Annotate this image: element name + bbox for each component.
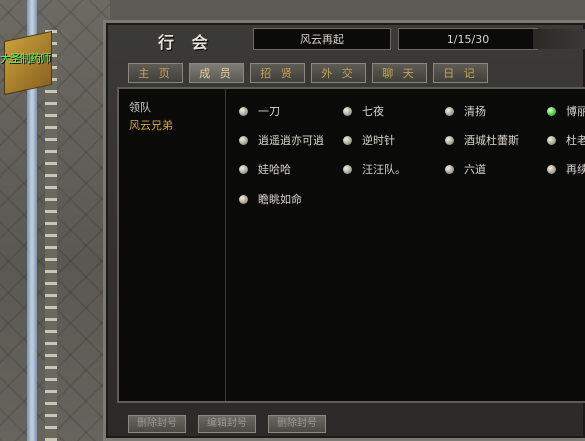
member-item[interactable]: 瞻眺如命 — [239, 189, 302, 209]
tab-diplomacy[interactable]: 外 交 — [311, 63, 366, 83]
member-name: 瞻眺如命 — [258, 193, 302, 206]
member-name: 博丽 — [566, 105, 585, 118]
member-name: 逍遥逍亦可逍 — [258, 134, 324, 147]
member-item[interactable]: 七夜 — [343, 101, 384, 121]
member-name: 逆时针 — [362, 134, 395, 147]
member-name: 杜老 — [566, 134, 585, 147]
member-list: 一刀 七夜 清扬 博丽 逍遥逍亦可逍 逆时针 酒城杜蕾斯 杜老 娃哈哈 汪汪队。… — [239, 101, 585, 391]
member-item[interactable]: 清扬 — [445, 101, 486, 121]
status-dot-icon — [445, 164, 454, 174]
date-box: 1/15/30 — [398, 28, 538, 50]
status-dot-icon — [445, 106, 454, 116]
edit-title-button[interactable]: 编辑封号 — [198, 415, 256, 433]
status-dot-icon — [547, 135, 556, 145]
status-dot-icon — [445, 135, 454, 145]
member-item[interactable]: 娃哈哈 — [239, 159, 291, 179]
group-item[interactable]: 风云兄弟 — [129, 117, 173, 133]
member-item[interactable]: 一刀 — [239, 101, 280, 121]
guild-name-box: 风云再起 — [253, 28, 391, 50]
online-status-dot-icon — [547, 106, 556, 116]
member-name: 娃哈哈 — [258, 163, 291, 176]
npc-name-label[interactable]: 大圣制药师 — [0, 50, 51, 66]
member-item[interactable]: 再续 — [547, 159, 585, 179]
status-dot-icon — [547, 164, 556, 174]
member-name: 一刀 — [258, 105, 280, 118]
window-title: 行 会 — [158, 33, 214, 52]
member-name: 清扬 — [464, 105, 486, 118]
member-name: 汪汪队。 — [362, 163, 406, 176]
delete-title-button[interactable]: 删除封号 — [128, 415, 186, 433]
tab-bar: 主 页 成 员 招 贤 外 交 聊 天 日 记 — [128, 63, 494, 85]
guild-window: 行 会 风云再起 1/15/30 主 页 成 员 招 贤 外 交 聊 天 日 记… — [103, 20, 585, 441]
member-name: 酒城杜蕾斯 — [464, 134, 519, 147]
header-decoration — [533, 29, 585, 49]
tab-members[interactable]: 成 员 — [189, 63, 244, 83]
member-item[interactable]: 杜老 — [547, 130, 585, 150]
member-item[interactable]: 逆时针 — [343, 130, 395, 150]
status-dot-icon — [239, 194, 248, 204]
tab-chat[interactable]: 聊 天 — [372, 63, 427, 83]
delete-title-button-2[interactable]: 删除封号 — [268, 415, 326, 433]
group-list: 领队 风云兄弟 — [119, 89, 226, 401]
tab-recruit[interactable]: 招 贤 — [250, 63, 305, 83]
members-panel: 领队 风云兄弟 一刀 七夜 清扬 博丽 逍遥逍亦可逍 逆时针 酒城杜蕾斯 杜老 … — [117, 87, 585, 403]
group-item[interactable]: 领队 — [129, 99, 151, 115]
status-dot-icon — [343, 164, 352, 174]
fence — [45, 30, 57, 441]
member-item[interactable]: 逍遥逍亦可逍 — [239, 130, 324, 150]
bottom-button-bar: 删除封号 编辑封号 删除封号 — [128, 415, 338, 433]
tab-diary[interactable]: 日 记 — [433, 63, 488, 83]
tab-home[interactable]: 主 页 — [128, 63, 183, 83]
member-name: 六道 — [464, 163, 486, 176]
status-dot-icon — [343, 135, 352, 145]
member-name: 七夜 — [362, 105, 384, 118]
status-dot-icon — [239, 135, 248, 145]
member-item[interactable]: 酒城杜蕾斯 — [445, 130, 519, 150]
status-dot-icon — [239, 106, 248, 116]
member-item[interactable]: 汪汪队。 — [343, 159, 406, 179]
member-item[interactable]: 博丽 — [547, 101, 585, 121]
status-dot-icon — [239, 164, 248, 174]
member-name: 再续 — [566, 163, 585, 176]
member-item[interactable]: 六道 — [445, 159, 486, 179]
status-dot-icon — [343, 106, 352, 116]
